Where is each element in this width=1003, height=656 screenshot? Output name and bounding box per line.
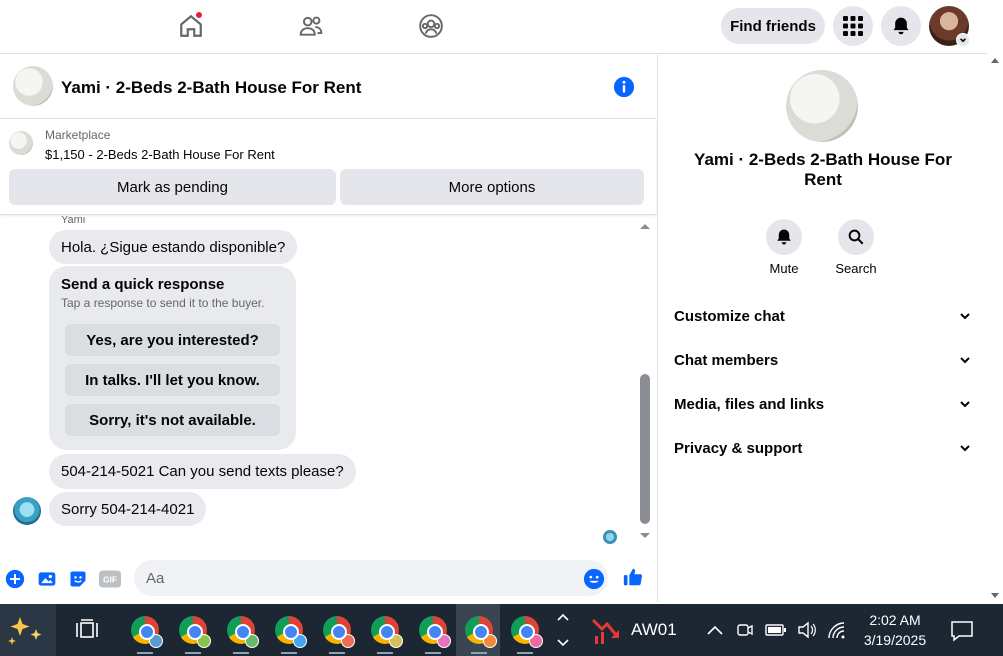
- chevron-down-icon: [960, 445, 970, 452]
- message-thread: Yami Hola. ¿Sigue estando disponible? Se…: [0, 216, 656, 548]
- media-files-links-section[interactable]: Media, files and links: [674, 382, 972, 426]
- scroll-up-arrow-icon[interactable]: [638, 221, 652, 231]
- stock-widget[interactable]: AW01: [583, 604, 688, 656]
- message-bubble[interactable]: 504-214-5021 Can you send texts please?: [49, 454, 356, 489]
- message-bubble[interactable]: Hola. ¿Sigue estando disponible?: [49, 230, 298, 264]
- privacy-support-section[interactable]: Privacy & support: [674, 426, 972, 470]
- listing-photo[interactable]: [786, 70, 858, 142]
- panel-title: Yami · 2-Beds 2-Bath House For Rent: [694, 150, 952, 189]
- quick-response-option[interactable]: Yes, are you interested?: [65, 324, 280, 356]
- chevron-up-icon[interactable]: [556, 612, 570, 622]
- quick-response-subtitle: Tap a response to send it to the buyer.: [61, 296, 265, 310]
- message-input[interactable]: [134, 560, 608, 596]
- bell-icon[interactable]: [766, 219, 802, 255]
- scrollbar-thumb[interactable]: [640, 374, 650, 524]
- chat-header: Yami · 2-Beds 2-Bath House For Rent: [0, 55, 656, 119]
- chevron-down-icon: [960, 357, 970, 364]
- marketplace-label: Marketplace: [45, 128, 111, 142]
- message-composer: GIF: [0, 556, 656, 602]
- plus-circle-icon[interactable]: [4, 568, 26, 590]
- mark-as-pending-button[interactable]: Mark as pending: [9, 169, 336, 205]
- section-label: Chat members: [674, 351, 779, 369]
- sticker-icon[interactable]: [67, 568, 89, 590]
- chrome-icon[interactable]: [415, 612, 451, 654]
- quick-response-title: Send a quick response: [61, 276, 225, 293]
- section-label: Privacy & support: [674, 439, 803, 457]
- volume-icon[interactable]: [797, 621, 817, 639]
- chrome-icon[interactable]: [319, 612, 355, 654]
- listing-price-title[interactable]: $1,150 - 2-Beds 2-Bath House For Rent: [45, 147, 275, 162]
- page-scrollbar[interactable]: [987, 0, 1003, 604]
- menu-grid-icon[interactable]: [833, 6, 873, 46]
- camera-icon[interactable]: [735, 620, 755, 640]
- system-tray: [705, 618, 847, 642]
- more-options-button[interactable]: More options: [340, 169, 644, 205]
- sender-name: Yami: [61, 216, 86, 226]
- mute-label: Mute: [769, 261, 799, 276]
- chevron-up-icon[interactable]: [705, 623, 725, 637]
- chevron-down-icon: [960, 401, 970, 408]
- stock-down-chart-icon: [591, 618, 619, 644]
- chat-title[interactable]: Yami · 2-Beds 2-Bath House For Rent: [61, 78, 361, 98]
- task-view-icon[interactable]: [69, 612, 105, 648]
- groups-icon[interactable]: [411, 8, 451, 44]
- wifi-icon[interactable]: [827, 621, 847, 639]
- notifications-bell-icon[interactable]: [881, 6, 921, 46]
- chrome-icon[interactable]: [461, 612, 497, 654]
- search-action[interactable]: Search: [821, 219, 891, 276]
- marketplace-listing-bar: Marketplace $1,150 - 2-Beds 2-Bath House…: [0, 120, 656, 215]
- chrome-icon[interactable]: [127, 612, 163, 654]
- emoji-icon[interactable]: [583, 568, 605, 590]
- messenger-window: { "nav": { "find_friends_label": "Find f…: [0, 0, 1003, 656]
- scroll-down-arrow-icon[interactable]: [638, 531, 652, 541]
- stock-widget-label: AW01: [631, 620, 677, 639]
- clock-date: 3/19/2025: [863, 632, 927, 648]
- top-navigation-bar: Find friends: [0, 0, 987, 54]
- thread-scrollbar[interactable]: [637, 219, 653, 545]
- find-friends-button[interactable]: Find friends: [721, 8, 825, 44]
- section-label: Customize chat: [674, 307, 785, 325]
- taskbar-clock[interactable]: 2:02 AM 3/19/2025: [860, 610, 930, 650]
- search-label: Search: [835, 261, 877, 276]
- taskbar-overflow-arrows[interactable]: [554, 604, 572, 656]
- info-icon[interactable]: [613, 76, 635, 98]
- message-bubble[interactable]: Sorry 504-214-4021: [49, 492, 207, 526]
- read-receipt-avatar: [603, 530, 617, 544]
- copilot-sparkle-icon[interactable]: [0, 604, 56, 656]
- quick-response-option[interactable]: Sorry, it's not available.: [65, 404, 280, 436]
- quick-response-option[interactable]: In talks. I'll let you know.: [65, 364, 280, 396]
- home-icon[interactable]: [171, 8, 211, 44]
- thumbs-up-icon[interactable]: [622, 566, 644, 588]
- friends-icon[interactable]: [291, 8, 331, 44]
- chrome-icon[interactable]: [223, 612, 259, 654]
- conversation-details-panel: Yami · 2-Beds 2-Bath House For Rent Mute…: [657, 55, 987, 602]
- chevron-down-icon: [960, 313, 970, 320]
- search-icon[interactable]: [838, 219, 874, 255]
- chrome-icon[interactable]: [175, 612, 211, 654]
- chat-members-section[interactable]: Chat members: [674, 338, 972, 382]
- chrome-icon[interactable]: [507, 612, 543, 654]
- chrome-icon[interactable]: [271, 612, 307, 654]
- chevron-down-icon[interactable]: [556, 638, 570, 648]
- listing-thumbnail[interactable]: [13, 66, 53, 106]
- scroll-down-arrow-icon[interactable]: [990, 592, 1000, 600]
- scroll-up-arrow-icon[interactable]: [990, 56, 1000, 64]
- photo-icon[interactable]: [36, 568, 58, 590]
- mute-action[interactable]: Mute: [749, 219, 819, 276]
- battery-icon[interactable]: [765, 623, 787, 637]
- windows-taskbar: AW01 2:02 AM 3/19/2025: [0, 604, 1003, 656]
- notification-dot: [195, 11, 203, 19]
- clock-time: 2:02 AM: [869, 612, 921, 628]
- sender-avatar[interactable]: [13, 497, 41, 525]
- listing-small-thumbnail[interactable]: [9, 131, 33, 155]
- notification-center-icon[interactable]: [950, 620, 974, 642]
- customize-chat-section[interactable]: Customize chat: [674, 294, 972, 338]
- gif-icon[interactable]: GIF: [99, 568, 121, 590]
- chevron-down-icon[interactable]: [956, 33, 970, 47]
- chrome-icon[interactable]: [367, 612, 403, 654]
- quick-response-card: Send a quick response Tap a response to …: [49, 266, 296, 450]
- section-label: Media, files and links: [674, 395, 825, 413]
- svg-text:GIF: GIF: [103, 574, 117, 584]
